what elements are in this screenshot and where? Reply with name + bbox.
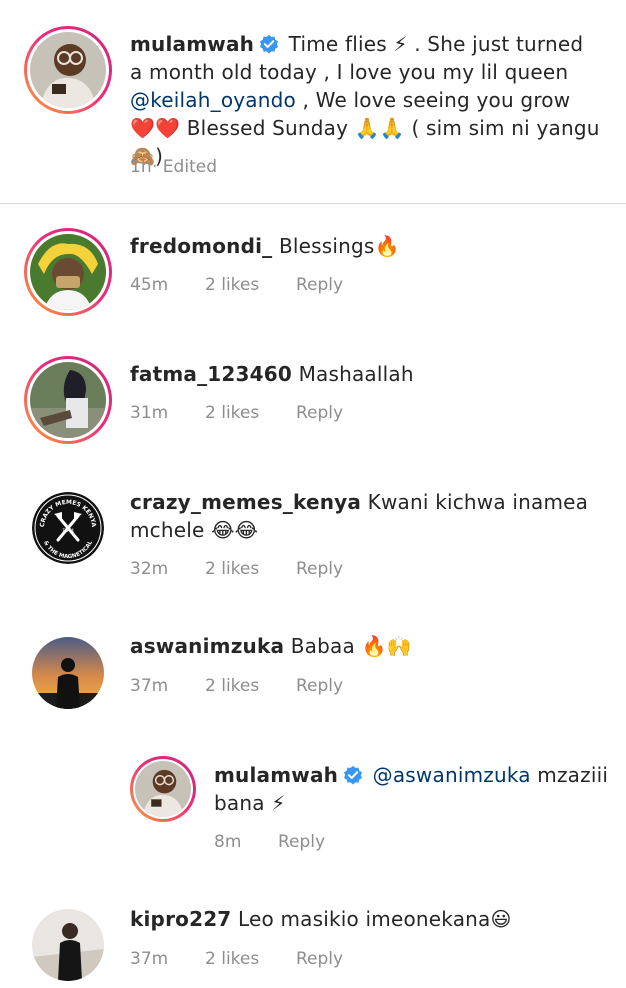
comment-reply-button[interactable]: Reply — [296, 401, 343, 425]
comment-text: fredomondi_ Blessings🔥 — [130, 232, 600, 260]
comment-text: crazy_memes_kenya Kwani kichwa inamea mc… — [130, 488, 600, 544]
comment-time: 37m — [130, 949, 169, 969]
comment-body: Babaa 🔥🙌 — [290, 634, 412, 658]
reply-avatar[interactable] — [135, 761, 191, 817]
comment-avatar[interactable] — [32, 637, 104, 709]
reply-time: 8m — [214, 832, 242, 852]
caption-divider — [0, 203, 626, 204]
comment-meta: 37m 2 likes Reply — [130, 674, 390, 698]
caption-meta: 1h · Edited — [130, 155, 330, 179]
comment-body: Blessings🔥 — [278, 234, 400, 258]
comment-time: 32m — [130, 559, 169, 579]
comment-item: fredomondi_ Blessings🔥 45m 2 likes Reply — [0, 228, 626, 318]
caption-text: mulamwah Time flies ⚡ . She just turned … — [130, 30, 600, 170]
comment-avatar[interactable] — [32, 909, 104, 981]
caption-avatar[interactable] — [30, 32, 106, 108]
comment-reply-button[interactable]: Reply — [296, 674, 343, 698]
comment-username[interactable]: aswanimzuka — [130, 634, 284, 658]
comment-username[interactable]: fredomondi_ — [130, 234, 272, 258]
comment-text: aswanimzuka Babaa 🔥🙌 — [130, 632, 600, 660]
reply-text: mulamwah @aswanimzuka mzaziii bana ⚡ — [214, 761, 610, 817]
comment-meta: 31m 2 likes Reply — [130, 401, 390, 425]
comment-meta: 45m 2 likes Reply — [130, 273, 390, 297]
comment-avatar[interactable]: CRAZY MEMES KENYA & THE MAGNETICAL TEAM — [32, 492, 104, 564]
reply-username[interactable]: mulamwah — [214, 763, 338, 787]
verified-badge-icon — [344, 765, 363, 785]
comment-likes-link[interactable]: 2 likes — [205, 674, 259, 698]
comment-body: Mashaallah — [298, 362, 414, 386]
comment-meta: 37m 2 likes Reply — [130, 947, 390, 971]
comment-item: aswanimzuka Babaa 🔥🙌 37m 2 likes Reply — [0, 628, 626, 718]
comment-time: 37m — [130, 676, 169, 696]
comment-likes-link[interactable]: 2 likes — [205, 557, 259, 581]
caption-edited: · Edited — [152, 157, 217, 177]
comment-avatar-ring[interactable] — [24, 356, 112, 444]
comment-text: fatma_123460 Mashaallah — [130, 360, 600, 388]
comment-reply-button[interactable]: Reply — [296, 557, 343, 581]
caption-username[interactable]: mulamwah — [130, 32, 254, 56]
comment-item: CRAZY MEMES KENYA & THE MAGNETICAL TEAM … — [0, 484, 626, 594]
logo-center-text: TEAM — [61, 528, 74, 533]
comment-text: kipro227 Leo masikio imeonekana😃 — [130, 905, 600, 933]
comment-avatar[interactable] — [30, 234, 106, 310]
comment-meta: 32m 2 likes Reply — [130, 557, 390, 581]
caption-mention-link[interactable]: @keilah_oyando — [130, 88, 296, 112]
reply-mention-link[interactable]: @aswanimzuka — [373, 763, 531, 787]
comment-username[interactable]: kipro227 — [130, 907, 231, 931]
caption-time: 1h — [130, 157, 152, 177]
comment-likes-link[interactable]: 2 likes — [205, 273, 259, 297]
comment-likes-link[interactable]: 2 likes — [205, 401, 259, 425]
comment-avatar[interactable] — [30, 362, 106, 438]
comment-time: 45m — [130, 275, 169, 295]
reply-avatar-ring[interactable] — [130, 756, 196, 822]
comment-username[interactable]: crazy_memes_kenya — [130, 490, 361, 514]
comment-avatar-ring[interactable] — [24, 228, 112, 316]
reply-reply-button[interactable]: Reply — [278, 830, 325, 854]
caption-avatar-ring[interactable] — [24, 26, 112, 114]
comment-item: kipro227 Leo masikio imeonekana😃 37m 2 l… — [0, 901, 626, 988]
comment-reply-button[interactable]: Reply — [296, 947, 343, 971]
comment-likes-link[interactable]: 2 likes — [205, 947, 259, 971]
reply-meta: 8m Reply — [214, 830, 414, 854]
comment-body: Leo masikio imeonekana😃 — [238, 907, 512, 931]
verified-badge-icon — [260, 34, 279, 54]
post-caption: mulamwah Time flies ⚡ . She just turned … — [0, 0, 626, 203]
comment-item: fatma_123460 Mashaallah 31m 2 likes Repl… — [0, 356, 626, 446]
reply-item: mulamwah @aswanimzuka mzaziii bana ⚡ 8m … — [0, 756, 626, 856]
comment-reply-button[interactable]: Reply — [296, 273, 343, 297]
comment-time: 31m — [130, 403, 169, 423]
comment-username[interactable]: fatma_123460 — [130, 362, 292, 386]
crazy-memes-logo-icon: CRAZY MEMES KENYA & THE MAGNETICAL TEAM — [32, 492, 104, 564]
